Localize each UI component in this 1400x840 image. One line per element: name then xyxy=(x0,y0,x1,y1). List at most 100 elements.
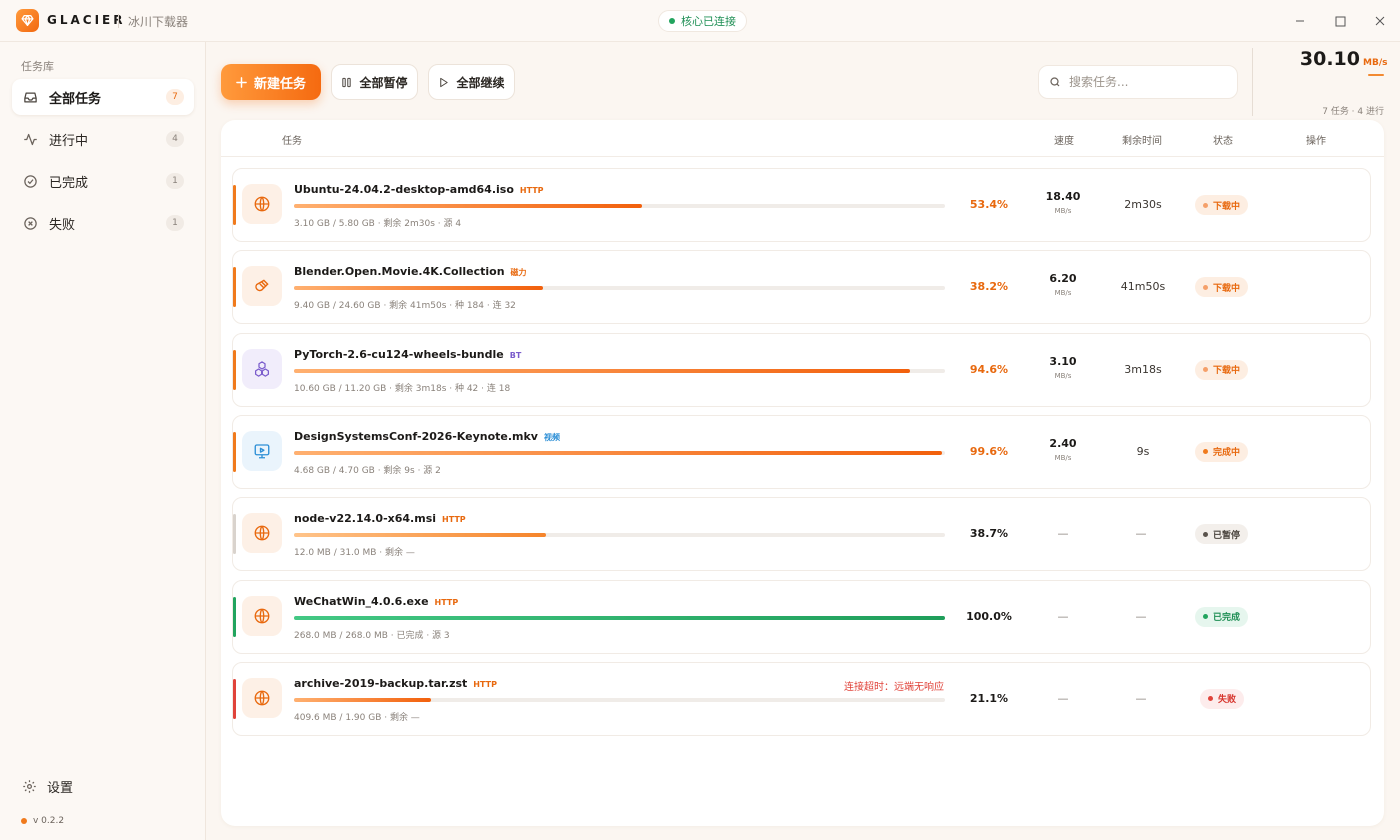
core-status-badge: 核心已连接 xyxy=(658,10,747,32)
task-row[interactable]: Ubuntu-24.04.2-desktop-amd64.iso HTTP 3.1… xyxy=(232,168,1371,242)
column-header-actions: 操作 xyxy=(1306,136,1326,147)
task-row[interactable]: PyTorch-2.6-cu124-wheels-bundle BT 10.60 … xyxy=(232,332,1371,407)
task-row[interactable]: WeChatWin_4.0.6.exe HTTP 268.0 MB / 268.0… xyxy=(232,579,1371,654)
task-progress-fill xyxy=(294,204,642,208)
task-meta: 12.0 MB / 31.0 MB · 剩余 — xyxy=(294,548,415,559)
core-status-dot xyxy=(669,18,675,24)
globe-icon xyxy=(242,513,282,554)
gear-icon xyxy=(23,780,36,793)
task-row[interactable]: DesignSystemsConf-2026-Keynote.mkv 视频 4.6… xyxy=(232,414,1371,489)
column-header-status: 状态 xyxy=(1213,136,1233,147)
new-task-label: 新建任务 xyxy=(253,76,306,92)
row-status-accent xyxy=(233,596,236,637)
cubes-icon xyxy=(242,348,282,389)
row-status-accent xyxy=(233,349,236,390)
status-dot xyxy=(1203,614,1208,619)
resume-all-button[interactable]: 全部继续 xyxy=(428,64,515,100)
task-progress-bar xyxy=(294,286,945,291)
task-error-message: 连接超时：远端无响应 xyxy=(844,681,944,693)
pause-icon xyxy=(342,77,352,87)
task-eta: 41m50s xyxy=(1120,280,1166,294)
sidebar-item-all-tasks[interactable]: 全部任务 7 xyxy=(12,79,194,115)
task-progress-fill xyxy=(294,286,543,291)
total-speed-value: 30.10 xyxy=(1299,48,1360,70)
status-dot xyxy=(1208,696,1213,702)
task-progress-fill xyxy=(294,368,910,373)
sidebar: 任务库 全部任务 7 进行中 4 已完成 1 失败 1 设置 v 0.2.2 xyxy=(0,42,206,840)
minimize-button[interactable] xyxy=(1290,11,1310,31)
sidebar-item-failed[interactable]: 失败 1 xyxy=(12,205,194,241)
close-button[interactable] xyxy=(1370,11,1390,31)
pause-all-button[interactable]: 全部暂停 xyxy=(331,64,418,100)
task-progress-fill xyxy=(294,697,432,702)
task-row[interactable]: node-v22.14.0-x64.msi HTTP 12.0 MB / 31.0… xyxy=(232,497,1371,572)
task-speed: 3.10 MB/s xyxy=(1049,354,1077,380)
status-badge: 下载中 xyxy=(1195,195,1249,215)
new-task-button[interactable]: 新建任务 xyxy=(221,64,321,100)
maximize-button[interactable] xyxy=(1330,11,1350,31)
status-dot xyxy=(1203,449,1208,455)
row-status-accent xyxy=(233,678,236,719)
task-meta: 9.40 GB / 24.60 GB · 剩余 41m50s · 种 184 ·… xyxy=(294,301,516,312)
sidebar-item-in-progress[interactable]: 进行中 4 xyxy=(12,121,194,157)
search-input[interactable] xyxy=(1069,75,1219,89)
task-percent: 99.6% xyxy=(969,444,1009,458)
sidebar-heading: 任务库 xyxy=(21,60,54,73)
row-status-accent xyxy=(233,267,236,308)
status-label: 下载中 xyxy=(1213,366,1241,377)
task-speed: — xyxy=(1057,691,1069,705)
task-eta: 9s xyxy=(1136,444,1150,458)
task-eta: — xyxy=(1135,609,1147,623)
sidebar-item-count: 1 xyxy=(166,173,184,189)
task-progress-fill xyxy=(294,533,546,538)
task-progress-fill xyxy=(294,450,943,455)
task-progress-fill xyxy=(294,615,945,620)
search-box[interactable] xyxy=(1038,65,1238,99)
version-dot xyxy=(21,818,27,824)
close-icon xyxy=(1375,16,1385,26)
task-percent: 38.2% xyxy=(969,280,1009,294)
task-speed: — xyxy=(1057,527,1069,541)
task-speed: — xyxy=(1057,609,1069,623)
title-bar: GLACIER 冰川下载器 核心已连接 xyxy=(0,0,1400,42)
core-status-label: 核心已连接 xyxy=(681,15,736,28)
activity-icon xyxy=(22,131,38,147)
task-list-panel: 任务 速度 剩余时间 状态 操作 Ubuntu-24.04.2-desktop-… xyxy=(221,120,1384,826)
row-status-accent xyxy=(233,431,236,472)
version-info: v 0.2.2 xyxy=(21,816,64,826)
sidebar-item-completed[interactable]: 已完成 1 xyxy=(12,163,194,199)
maximize-icon xyxy=(1335,16,1345,26)
task-row[interactable]: archive-2019-backup.tar.zst HTTP 连接超时：远端无… xyxy=(232,661,1371,736)
sidebar-item-label: 失败 xyxy=(49,217,76,233)
task-file-name: WeChatWin_4.0.6.exe HTTP xyxy=(294,594,459,608)
task-type-tag: 视频 xyxy=(543,432,560,442)
task-row[interactable]: Blender.Open.Movie.4K.Collection 磁力 9.40 … xyxy=(232,250,1371,325)
task-progress-bar xyxy=(294,368,945,373)
task-file-name: DesignSystemsConf-2026-Keynote.mkv 视频 xyxy=(294,429,560,443)
status-label: 下载中 xyxy=(1213,283,1241,294)
status-label: 完成中 xyxy=(1213,448,1241,459)
task-percent: 21.1% xyxy=(969,691,1009,705)
row-status-accent xyxy=(233,185,236,225)
task-type-tag: HTTP xyxy=(519,186,544,195)
total-speed-unit: MB/s xyxy=(1363,58,1388,68)
status-label: 已完成 xyxy=(1213,613,1241,623)
task-percent: 100.0% xyxy=(966,609,1012,623)
task-meta: 3.10 GB / 5.80 GB · 剩余 2m30s · 源 4 xyxy=(294,219,462,229)
task-speed: 6.20 MB/s xyxy=(1049,272,1077,298)
resume-all-label: 全部继续 xyxy=(456,75,505,90)
task-meta: 4.68 GB / 4.70 GB · 剩余 9s · 源 2 xyxy=(294,465,441,476)
task-speed: 18.40 MB/s xyxy=(1045,190,1081,215)
task-eta: — xyxy=(1135,691,1147,705)
task-progress-bar xyxy=(294,450,945,455)
task-file-name: PyTorch-2.6-cu124-wheels-bundle BT xyxy=(294,347,522,361)
task-percent: 94.6% xyxy=(969,362,1009,376)
status-badge: 完成中 xyxy=(1195,441,1249,462)
task-meta: 268.0 MB / 268.0 MB · 已完成 · 源 3 xyxy=(294,630,450,641)
sidebar-item-label: 进行中 xyxy=(49,133,89,149)
globe-icon xyxy=(242,677,282,718)
globe-icon xyxy=(242,595,282,636)
status-label: 已暂停 xyxy=(1213,530,1241,541)
monitor-play-icon xyxy=(242,430,282,471)
settings-button[interactable]: 设置 xyxy=(22,777,73,796)
